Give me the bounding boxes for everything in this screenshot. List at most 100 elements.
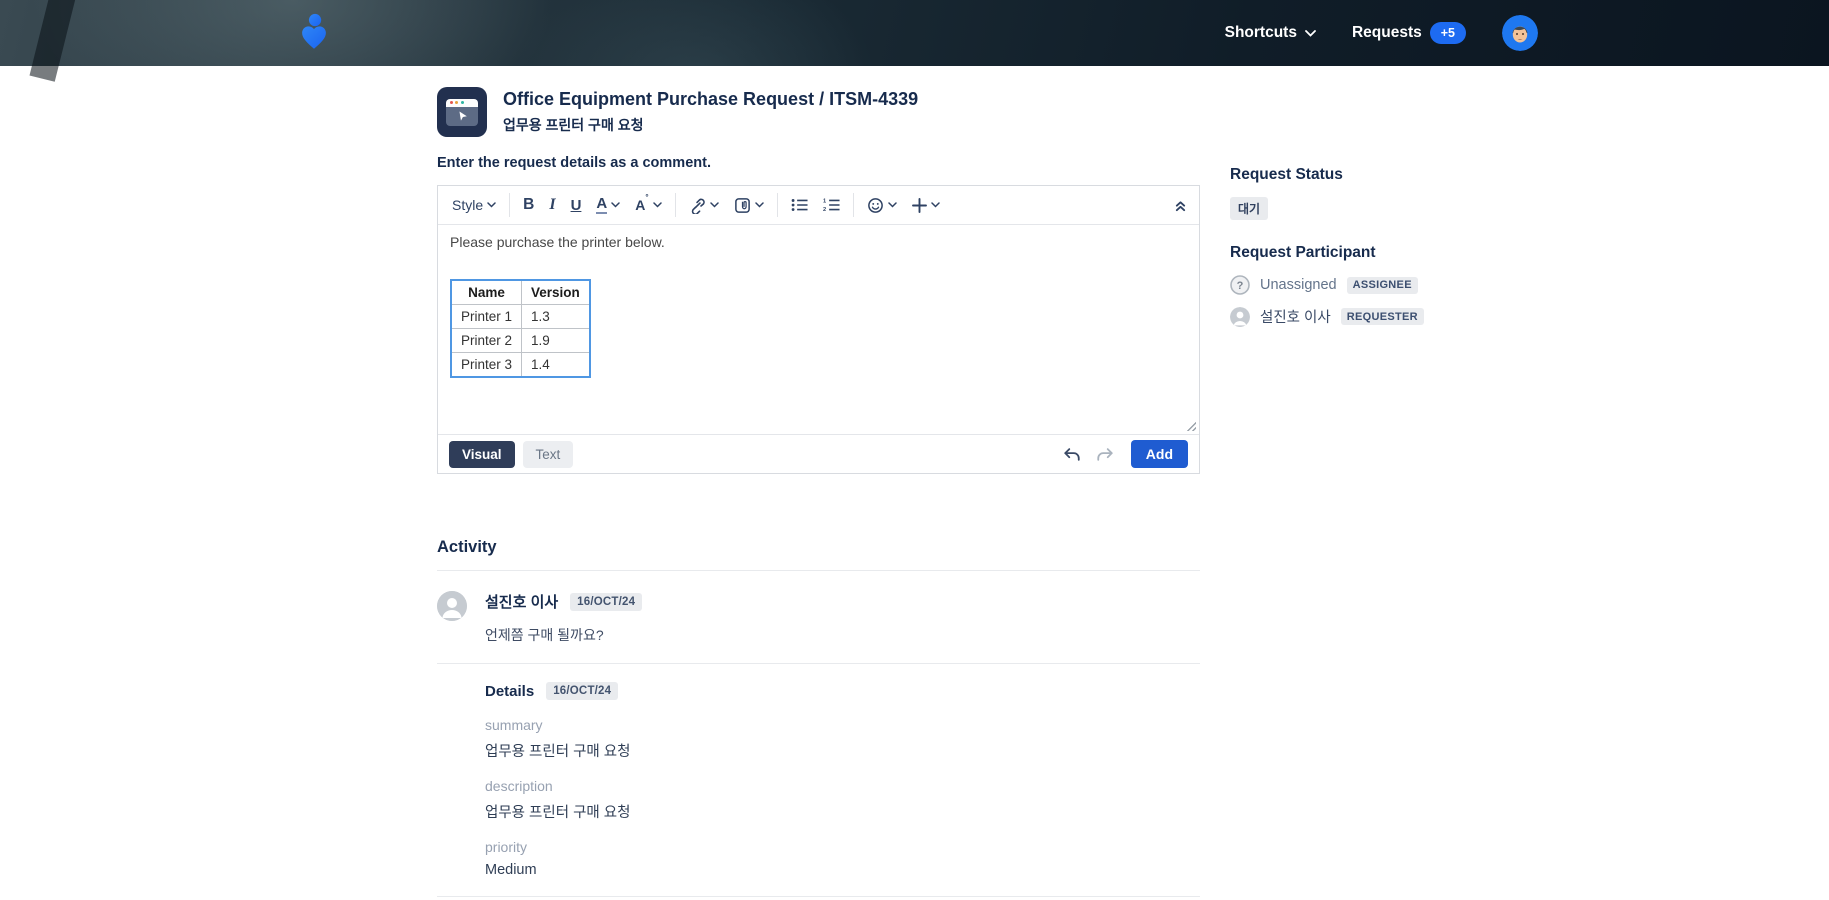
underline-button[interactable]: U bbox=[571, 198, 582, 213]
request-participant-heading: Request Participant bbox=[1230, 244, 1376, 261]
table-cell[interactable]: 1.3 bbox=[521, 304, 591, 329]
field-value-description: 업무용 프린터 구매 요청 bbox=[485, 805, 631, 821]
undo-button[interactable] bbox=[1063, 447, 1081, 462]
comment-date-badge: 16/OCT/24 bbox=[570, 592, 643, 611]
table-row: Printer 1 1.3 bbox=[450, 304, 591, 329]
table-header-version[interactable]: Version bbox=[521, 279, 591, 305]
emoji-button[interactable] bbox=[867, 197, 897, 214]
insert-more-button[interactable] bbox=[911, 197, 940, 213]
numbered-list-button[interactable]: 12 bbox=[823, 198, 840, 212]
page-content: Office Equipment Purchase Request / ITSM… bbox=[437, 66, 1829, 897]
visual-tab[interactable]: Visual bbox=[449, 440, 515, 468]
text-color-button[interactable]: A bbox=[596, 196, 620, 214]
commenter-avatar bbox=[437, 591, 467, 621]
link-icon bbox=[691, 198, 705, 214]
collapse-chevrons-icon bbox=[1175, 200, 1186, 211]
user-avatar[interactable] bbox=[1502, 15, 1538, 51]
field-label-description: description bbox=[485, 778, 553, 794]
editor-paragraph: Please purchase the printer below. bbox=[450, 234, 665, 250]
add-comment-button[interactable]: Add bbox=[1130, 440, 1188, 468]
page-title: Office Equipment Purchase Request / ITSM… bbox=[503, 89, 919, 109]
assignee-role-badge: ASSIGNEE bbox=[1346, 276, 1418, 294]
editor-footer: Visual Text Add bbox=[438, 434, 1199, 473]
attachment-icon bbox=[734, 197, 750, 213]
link-button[interactable] bbox=[689, 197, 719, 214]
comment-text: 언제쯤 구매 될까요? bbox=[485, 627, 604, 643]
divider bbox=[437, 663, 1200, 664]
editor-content-area[interactable]: Please purchase the printer below. Name … bbox=[438, 225, 1199, 434]
shortcuts-label: Shortcuts bbox=[1224, 24, 1297, 41]
chevron-down-icon bbox=[709, 202, 719, 208]
chevron-down-icon bbox=[930, 202, 940, 208]
requester-avatar-icon bbox=[1230, 306, 1250, 327]
participant-row-requester: 설진호 이사 REQUESTER bbox=[1230, 306, 1480, 327]
details-heading: Details bbox=[485, 682, 535, 700]
details-block: Details 16/OCT/24 summary 업무용 프린터 구매 요청 … bbox=[437, 682, 1200, 878]
editor-toolbar: Style B I U A A° 1 2 bbox=[438, 186, 1199, 225]
svg-text:2: 2 bbox=[823, 207, 826, 212]
requests-count-badge: +5 bbox=[1429, 22, 1466, 44]
text-style-button[interactable]: A° bbox=[635, 194, 662, 212]
chevron-down-icon bbox=[611, 202, 620, 208]
collapse-toolbar-button[interactable] bbox=[1174, 199, 1187, 212]
request-status-heading: Request Status bbox=[1230, 166, 1343, 183]
divider bbox=[437, 896, 1200, 897]
table-cell[interactable]: 1.4 bbox=[521, 352, 591, 378]
chevron-down-icon bbox=[1305, 29, 1316, 37]
attachment-button[interactable] bbox=[734, 197, 764, 214]
bold-button[interactable]: B bbox=[523, 197, 534, 213]
style-dropdown-label: Style bbox=[452, 197, 484, 213]
redo-icon bbox=[1097, 447, 1113, 461]
svg-text:1: 1 bbox=[823, 199, 826, 205]
assignee-name: Unassigned bbox=[1260, 277, 1337, 293]
top-navbar: Shortcuts Requests +5 bbox=[0, 0, 1829, 66]
field-value-summary: 업무용 프린터 구매 요청 bbox=[485, 744, 631, 760]
field-value-priority: Medium bbox=[485, 862, 537, 878]
table-cell[interactable]: Printer 1 bbox=[450, 304, 523, 329]
request-header: Office Equipment Purchase Request / ITSM… bbox=[437, 87, 1200, 137]
chevron-down-icon bbox=[754, 202, 764, 208]
svg-text:?: ? bbox=[1237, 280, 1244, 292]
emoji-icon bbox=[867, 197, 883, 213]
editor-table[interactable]: Name Version Printer 1 1.3 Printer 2 1.9 bbox=[450, 279, 591, 378]
request-sidebar: Request Status 대기 Request Participant ? … bbox=[1230, 66, 1480, 897]
undo-icon bbox=[1064, 447, 1080, 461]
requests-menu[interactable]: Requests +5 bbox=[1352, 22, 1466, 44]
bullet-list-button[interactable] bbox=[791, 198, 808, 212]
bullet-list-icon bbox=[791, 199, 808, 211]
table-header-name[interactable]: Name bbox=[450, 279, 523, 305]
page-subtitle: 업무용 프린터 구매 요청 bbox=[503, 117, 644, 133]
unassigned-avatar-icon: ? bbox=[1230, 275, 1250, 295]
app-logo-icon[interactable] bbox=[293, 11, 335, 55]
table-cell[interactable]: Printer 2 bbox=[450, 328, 523, 353]
chevron-down-icon bbox=[652, 202, 662, 208]
redo-button[interactable] bbox=[1096, 447, 1114, 462]
table-row: Printer 2 1.9 bbox=[450, 328, 591, 353]
field-label-summary: summary bbox=[485, 717, 543, 733]
chevron-down-icon bbox=[487, 202, 496, 208]
comment-editor: Style B I U A A° 1 2 Please purchase the… bbox=[437, 185, 1200, 474]
activity-comment: 설진호 이사 16/OCT/24 언제쯤 구매 될까요? bbox=[437, 591, 1200, 645]
table-cell[interactable]: Printer 3 bbox=[450, 352, 523, 378]
comment-author: 설진호 이사 bbox=[485, 594, 559, 611]
status-badge: 대기 bbox=[1230, 197, 1269, 220]
plus-icon bbox=[911, 197, 927, 213]
request-type-icon bbox=[437, 87, 487, 137]
style-dropdown[interactable]: Style bbox=[452, 198, 496, 212]
requester-role-badge: REQUESTER bbox=[1340, 308, 1424, 325]
requester-name: 설진호 이사 bbox=[1260, 310, 1331, 326]
details-date-badge: 16/OCT/24 bbox=[546, 682, 619, 700]
table-row: Printer 3 1.4 bbox=[450, 352, 591, 378]
field-label-priority: priority bbox=[485, 839, 528, 855]
shortcuts-menu[interactable]: Shortcuts bbox=[1225, 24, 1316, 42]
text-tab[interactable]: Text bbox=[522, 440, 574, 468]
activity-heading: Activity bbox=[437, 538, 1200, 571]
requests-label: Requests bbox=[1351, 24, 1422, 41]
navbar-menu: Shortcuts Requests +5 bbox=[1225, 0, 1538, 66]
chevron-down-icon bbox=[887, 202, 897, 208]
participant-row-assignee: ? Unassigned ASSIGNEE bbox=[1230, 275, 1480, 295]
italic-button[interactable]: I bbox=[549, 197, 555, 213]
comment-prompt-label: Enter the request details as a comment. bbox=[437, 155, 711, 171]
table-cell[interactable]: 1.9 bbox=[521, 328, 591, 353]
resize-handle[interactable] bbox=[1185, 420, 1196, 431]
